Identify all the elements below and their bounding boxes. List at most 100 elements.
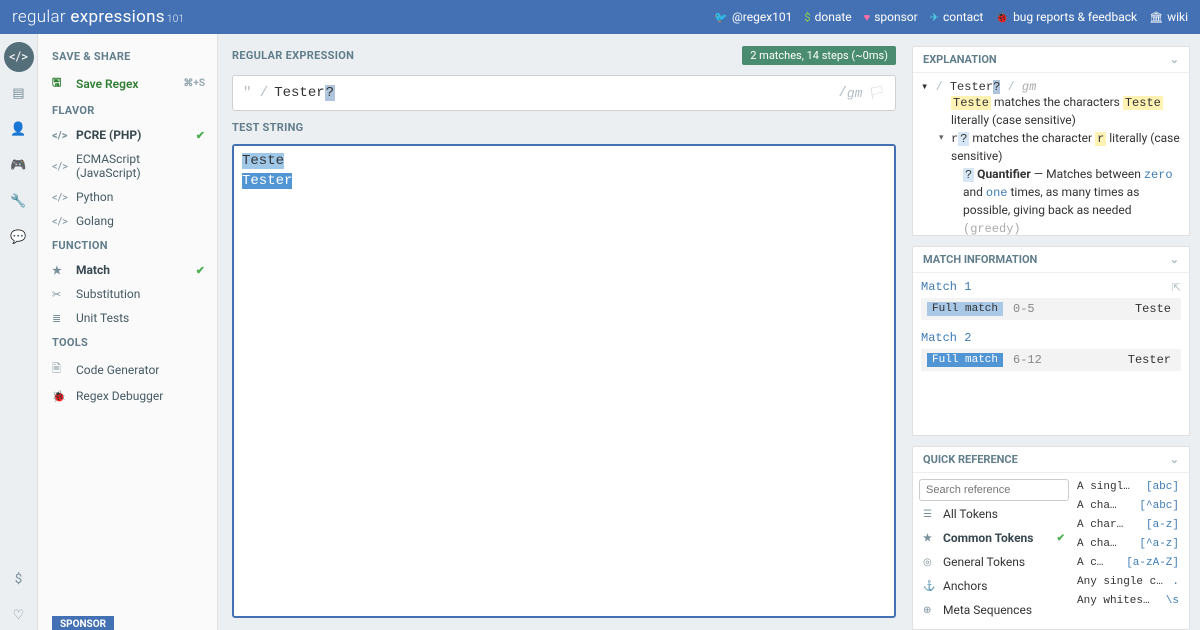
- match-1: Match 1 ⇱ Full match 0-5 Teste: [921, 279, 1181, 320]
- rail-chat[interactable]: 💬: [4, 222, 34, 252]
- save-icon: 🖫: [52, 74, 66, 93]
- dollar-icon: $: [804, 11, 810, 24]
- logo[interactable]: regular expressions101: [12, 7, 184, 27]
- qr-token-row[interactable]: A singl…[abc]: [1073, 479, 1183, 495]
- rail-account[interactable]: 👤: [4, 114, 34, 144]
- code-icon: </>: [52, 215, 66, 228]
- save-regex-label: Save Regex: [76, 77, 139, 91]
- quickref-title: QUICK REFERENCE: [923, 453, 1018, 466]
- rail-donate[interactable]: $: [4, 564, 34, 594]
- sidebar: SAVE & SHARE 🖫 Save Regex ⌘+S FLAVOR </>…: [38, 34, 218, 630]
- link-sponsor[interactable]: ♥sponsor: [864, 10, 918, 24]
- topbar: regular expressions101 🐦@regex101 $donat…: [0, 0, 1200, 34]
- right-column: EXPLANATION ⌄ ▾ / Tester? / gm Teste mat…: [910, 34, 1200, 630]
- tool-regex-debugger[interactable]: 🐞Regex Debugger: [38, 384, 217, 408]
- link-contact[interactable]: ✈contact: [930, 10, 984, 24]
- heart-icon: ♥: [864, 11, 871, 24]
- logo-regular: regular: [12, 7, 66, 27]
- sponsor-badge[interactable]: SPONSOR: [52, 616, 114, 630]
- full-match-tag: Full match: [927, 302, 1003, 316]
- rail-library[interactable]: ▤: [4, 78, 34, 108]
- flavor-pcre[interactable]: </>PCRE (PHP)✔: [38, 123, 217, 147]
- flavor-golang[interactable]: </>Golang: [38, 209, 217, 233]
- chat-icon: 💬: [10, 230, 26, 245]
- match-info-title: MATCH INFORMATION: [923, 253, 1037, 266]
- section-function: FUNCTION: [38, 239, 217, 258]
- tool-code-generator[interactable]: 🗎Code Generator: [38, 355, 217, 384]
- chevron-down-icon[interactable]: ⌄: [1170, 53, 1179, 66]
- section-save-share: SAVE & SHARE: [38, 50, 217, 69]
- external-link-icon[interactable]: ⇱: [1172, 281, 1181, 294]
- function-unit-tests[interactable]: ≣Unit Tests: [38, 306, 217, 330]
- flag-icon[interactable]: 🏳: [868, 86, 885, 101]
- rail-settings[interactable]: 🔧: [4, 186, 34, 216]
- match-info-panel: MATCH INFORMATION ⌄ Match 1 ⇱ Full match…: [912, 246, 1190, 436]
- logo-expressions: expressions: [66, 7, 165, 27]
- qr-token-row[interactable]: Any whites…\s: [1073, 593, 1183, 609]
- center-panel: REGULAR EXPRESSION 2 matches, 14 steps (…: [218, 34, 910, 630]
- match-row: Full match 6-12 Tester: [921, 349, 1181, 371]
- regex-delim-open: " /: [243, 85, 268, 101]
- send-icon: ✈: [930, 11, 939, 24]
- qr-general-tokens[interactable]: ◎General Tokens: [919, 551, 1069, 573]
- qr-all-tokens[interactable]: ☰All Tokens: [919, 503, 1069, 525]
- rail-quiz[interactable]: 🎮: [4, 150, 34, 180]
- code-icon: </>: [9, 50, 28, 65]
- regex-label: REGULAR EXPRESSION: [232, 49, 354, 62]
- code-icon: </>: [52, 191, 66, 204]
- qr-token-row[interactable]: A c…[a-zA-Z]: [1073, 555, 1183, 571]
- qr-common-tokens[interactable]: ★Common Tokens✔: [919, 527, 1069, 549]
- function-match[interactable]: ★Match✔: [38, 258, 217, 282]
- match-label: Match 1: [921, 280, 971, 294]
- globe-icon: ⊕: [923, 605, 935, 616]
- match-value: Teste: [1135, 302, 1171, 316]
- bug-icon: 🐞: [995, 11, 1009, 24]
- qr-token-row[interactable]: A cha…[^abc]: [1073, 498, 1183, 514]
- qr-anchors[interactable]: ⚓Anchors: [919, 575, 1069, 597]
- explanation-tree: Teste matches the characters Teste liter…: [921, 94, 1181, 235]
- qr-meta-sequences[interactable]: ⊕Meta Sequences: [919, 599, 1069, 621]
- link-wiki[interactable]: 🏛wiki: [1149, 10, 1188, 24]
- gamepad-icon: 🎮: [10, 158, 26, 173]
- sidebar-save-regex[interactable]: 🖫 Save Regex ⌘+S: [38, 69, 217, 98]
- qr-token-row[interactable]: A char…[a-z]: [1073, 517, 1183, 533]
- link-twitter[interactable]: 🐦@regex101: [714, 10, 792, 24]
- function-substitution[interactable]: ✂Substitution: [38, 282, 217, 306]
- explanation-pattern: ▾ / Tester? / gm: [921, 79, 1181, 94]
- match-value: Tester: [1128, 353, 1171, 367]
- quickref-search[interactable]: [919, 479, 1069, 501]
- regex-input[interactable]: " / Tester? / gm 🏳: [232, 75, 896, 111]
- chevron-down-icon[interactable]: ⌄: [1170, 253, 1179, 266]
- quickref-panel: QUICK REFERENCE ⌄ ☰All Tokens ★Common To…: [912, 446, 1190, 630]
- rail-regex[interactable]: </>: [4, 42, 34, 72]
- test-line: Tester: [242, 172, 886, 192]
- user-icon: 👤: [10, 122, 26, 137]
- section-tools: TOOLS: [38, 336, 217, 355]
- match-range: 6-12: [1013, 353, 1042, 367]
- check-icon: ✔: [196, 264, 205, 277]
- target-icon: ◎: [923, 557, 935, 568]
- qr-token-row[interactable]: Any single c….: [1073, 574, 1183, 590]
- regex-flags[interactable]: gm: [847, 86, 863, 101]
- teststring-input[interactable]: Teste Tester: [232, 144, 896, 618]
- flavor-ecmascript[interactable]: </>ECMAScript (JavaScript): [38, 147, 217, 185]
- explanation-title: EXPLANATION: [923, 53, 997, 66]
- save-kbd: ⌘+S: [183, 78, 205, 89]
- qr-token-row[interactable]: A cha…[^a-z]: [1073, 536, 1183, 552]
- regex-delim-close: /: [838, 85, 846, 101]
- wrench-icon: 🔧: [10, 194, 26, 209]
- rail-heart[interactable]: ♡: [4, 600, 34, 630]
- check-icon: ✔: [1057, 533, 1065, 544]
- link-bugs[interactable]: 🐞bug reports & feedback: [995, 10, 1137, 24]
- link-donate[interactable]: $donate: [804, 10, 851, 24]
- list-icon: ≣: [52, 312, 66, 325]
- flavor-python[interactable]: </>Python: [38, 185, 217, 209]
- match-row: Full match 0-5 Teste: [921, 298, 1181, 320]
- bug2-icon: 🐞: [52, 390, 66, 403]
- check-icon: ✔: [196, 129, 205, 142]
- star-icon: ★: [923, 533, 935, 544]
- dollar-icon: $: [15, 572, 22, 587]
- chevron-down-icon[interactable]: ⌄: [1170, 453, 1179, 466]
- star-icon: ★: [52, 264, 66, 277]
- book-icon: ▤: [12, 86, 24, 101]
